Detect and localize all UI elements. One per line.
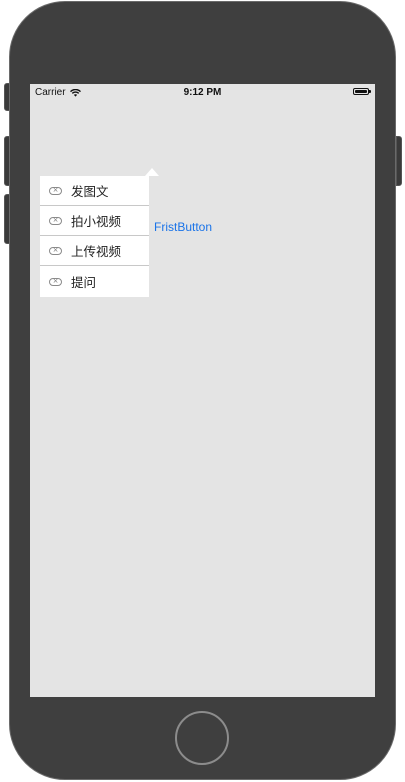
status-time: 9:12 PM — [183, 87, 222, 98]
battery-level — [355, 90, 367, 93]
device-screen: Carrier 9:12 PM × 发图文 × 拍小视频 × 上传视频 × 提问… — [30, 84, 375, 697]
popover-arrow — [145, 168, 159, 176]
close-circle-icon: × — [49, 246, 62, 255]
menu-item-label: 拍小视频 — [71, 214, 122, 229]
popover-menu: × 发图文 × 拍小视频 × 上传视频 × 提问 — [40, 176, 149, 297]
close-circle-icon: × — [49, 277, 62, 286]
menu-item-label: 提问 — [71, 275, 97, 290]
menu-item-upload-video[interactable]: × 上传视频 — [40, 236, 149, 266]
close-circle-icon: × — [49, 186, 62, 195]
menu-item-label: 上传视频 — [71, 244, 122, 259]
close-circle-icon: × — [49, 216, 62, 225]
battery-cap — [369, 90, 371, 93]
status-bar: Carrier 9:12 PM — [30, 84, 375, 101]
menu-item-ask-question[interactable]: × 提问 — [40, 266, 149, 297]
battery-icon — [353, 88, 369, 95]
menu-item-label: 发图文 — [71, 184, 109, 199]
menu-item-shoot-short-video[interactable]: × 拍小视频 — [40, 206, 149, 236]
home-button[interactable] — [175, 711, 229, 765]
first-button[interactable]: FristButton — [154, 220, 212, 234]
power-button — [396, 136, 402, 186]
menu-item-post-image-text[interactable]: × 发图文 — [40, 176, 149, 206]
